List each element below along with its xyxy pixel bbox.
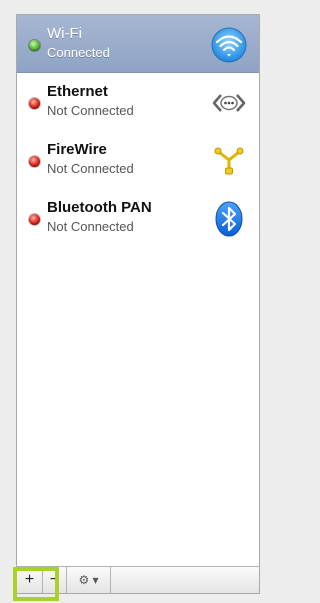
service-item-ethernet[interactable]: Ethernet Not Connected <box>17 73 259 131</box>
network-services-panel: Wi-Fi Connected Ethernet Not Connected F… <box>16 14 260 594</box>
ethernet-icon <box>211 85 247 121</box>
service-item-bluetooth-pan[interactable]: Bluetooth PAN Not Connected <box>17 189 259 247</box>
network-services-list: Wi-Fi Connected Ethernet Not Connected F… <box>17 15 259 247</box>
service-status: Not Connected <box>47 103 134 118</box>
service-name: Bluetooth PAN <box>47 199 152 216</box>
action-menu-button[interactable]: ⚙ ▾ <box>67 567 111 593</box>
service-status: Not Connected <box>47 161 134 176</box>
status-dot-disconnected-icon <box>29 156 40 167</box>
status-dot-disconnected-icon <box>29 98 40 109</box>
service-item-wifi[interactable]: Wi-Fi Connected <box>17 15 259 73</box>
service-item-firewire[interactable]: FireWire Not Connected <box>17 131 259 189</box>
remove-service-button[interactable]: − <box>43 567 67 593</box>
service-status: Not Connected <box>47 219 134 234</box>
firewire-icon <box>211 143 247 179</box>
bluetooth-icon <box>211 201 247 237</box>
service-name: Wi-Fi <box>47 25 82 42</box>
add-service-button[interactable]: + <box>17 567 43 593</box>
status-dot-disconnected-icon <box>29 214 40 225</box>
wifi-icon <box>211 27 247 63</box>
list-toolbar: + − ⚙ ▾ <box>17 566 259 593</box>
status-dot-connected-icon <box>29 40 40 51</box>
service-name: FireWire <box>47 141 107 158</box>
service-name: Ethernet <box>47 83 108 100</box>
service-status: Connected <box>47 45 110 60</box>
